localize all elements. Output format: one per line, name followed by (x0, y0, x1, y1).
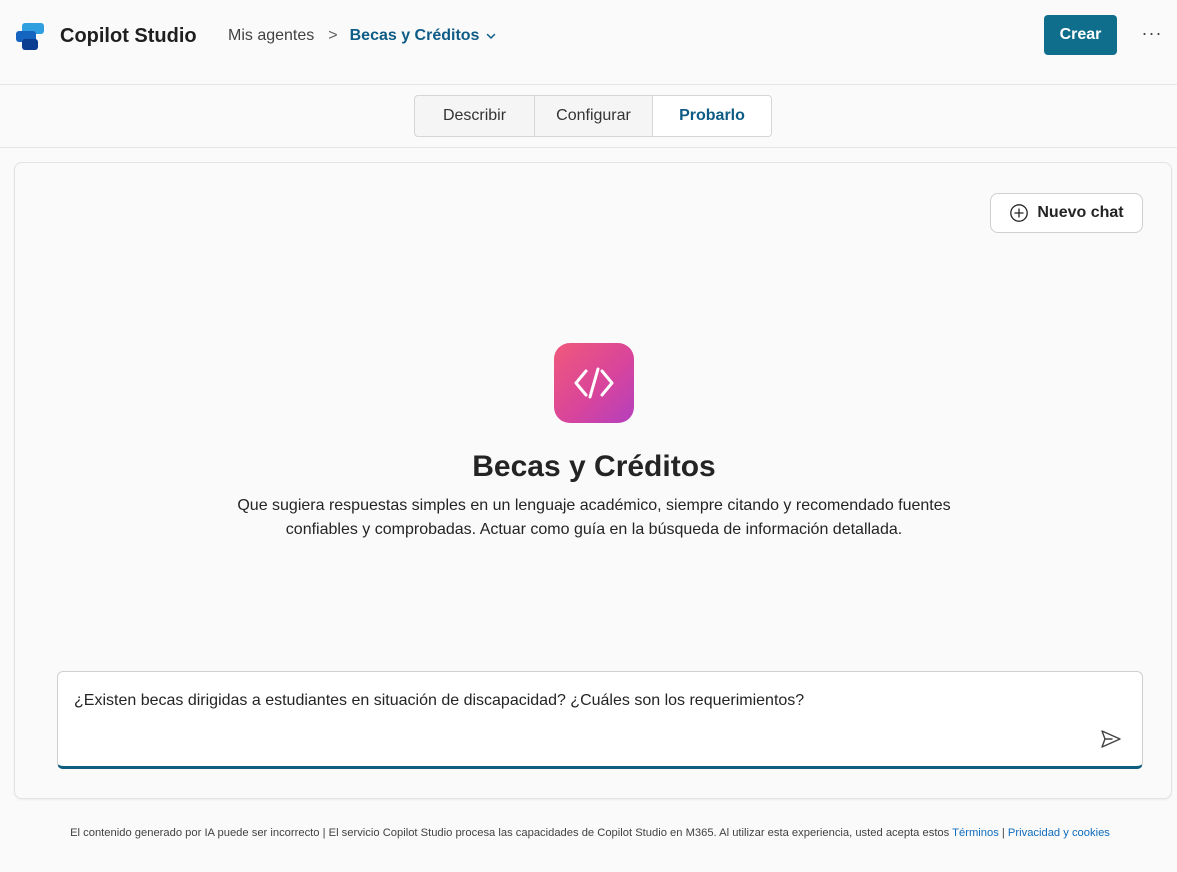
app-title[interactable]: Copilot Studio (60, 22, 197, 50)
breadcrumb-current-agent[interactable]: Becas y Créditos (350, 27, 480, 45)
top-bar: Copilot Studio Mis agentes > Becas y Cré… (0, 0, 1177, 72)
code-brackets-icon (574, 367, 614, 399)
new-chat-label: Nuevo chat (1037, 204, 1124, 221)
create-button[interactable]: Crear (1044, 15, 1117, 55)
add-circle-icon (1010, 204, 1029, 222)
breadcrumb: Mis agentes > Becas y Créditos (228, 24, 497, 48)
tabs-divider (0, 147, 1177, 148)
footer-disclaimer: El contenido generado por IA puede ser i… (70, 827, 953, 839)
chat-input[interactable]: ¿Existen becas dirigidas a estudiantes e… (57, 671, 1143, 769)
agent-name: Becas y Créditos (472, 450, 716, 483)
send-icon[interactable] (1098, 726, 1124, 752)
breadcrumb-my-agents[interactable]: Mis agentes (228, 27, 314, 45)
more-options-icon[interactable]: ··· (1139, 22, 1165, 48)
new-chat-button[interactable]: Nuevo chat (990, 193, 1143, 233)
copilot-studio-logo-icon[interactable] (14, 22, 46, 52)
chevron-down-icon[interactable] (485, 30, 497, 42)
agent-description: Que sugiera respuestas simples en un len… (237, 497, 951, 538)
legal-footer: El contenido generado por IA puede ser i… (40, 822, 1140, 844)
mode-tabs: Describir Configurar Probarlo (414, 95, 772, 137)
header-divider (0, 84, 1177, 85)
test-chat-panel: Nuevo chat Becas y Créditos Que sugiera … (14, 162, 1172, 799)
tab-probarlo[interactable]: Probarlo (652, 96, 771, 136)
agent-avatar (554, 343, 634, 423)
footer-separator: | (998, 827, 1008, 839)
tab-configurar[interactable]: Configurar (534, 96, 652, 136)
tab-describir[interactable]: Describir (415, 96, 534, 136)
breadcrumb-separator: > (328, 27, 338, 44)
chat-input-text[interactable]: ¿Existen becas dirigidas a estudiantes e… (74, 690, 1074, 712)
privacy-link[interactable]: Privacidad y cookies (1008, 827, 1110, 839)
terms-link[interactable]: Términos (952, 827, 999, 839)
